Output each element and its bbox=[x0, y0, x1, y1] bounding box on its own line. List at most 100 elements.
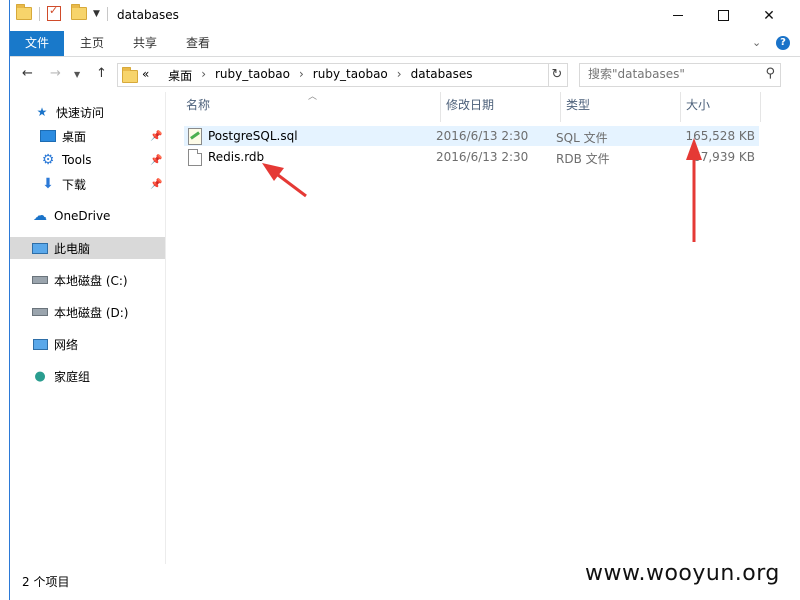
tab-home[interactable]: 主页 bbox=[66, 31, 118, 56]
drive-icon bbox=[32, 273, 48, 287]
refresh-button[interactable]: ↻ bbox=[547, 63, 568, 87]
file-size: 67,939 KB bbox=[693, 150, 755, 164]
sql-file-icon bbox=[188, 128, 202, 145]
help-icon[interactable]: ? bbox=[776, 36, 790, 50]
folder-icon[interactable] bbox=[16, 4, 32, 20]
forward-arrow-icon[interactable]: → bbox=[50, 66, 61, 81]
nav-item-tools[interactable]: ⚙ Tools 📌 bbox=[10, 149, 165, 171]
nav-homegroup[interactable]: ● 家庭组 bbox=[10, 365, 165, 387]
nav-drive-c[interactable]: 本地磁盘 (C:) bbox=[10, 269, 165, 291]
file-date: 2016/6/13 2:30 bbox=[436, 150, 529, 164]
file-type: RDB 文件 bbox=[556, 152, 610, 166]
computer-icon bbox=[32, 241, 48, 255]
breadcrumb-overflow[interactable]: « bbox=[142, 67, 149, 84]
breadcrumb-sep bbox=[155, 67, 159, 84]
chevron-right-icon[interactable]: › bbox=[299, 67, 304, 84]
item-count: 2 个项目 bbox=[22, 575, 70, 589]
window-title: databases bbox=[117, 8, 179, 22]
pin-icon[interactable]: 📌 bbox=[150, 155, 162, 166]
breadcrumb: « 桌面 › ruby_taobao › ruby_taobao › datab… bbox=[142, 67, 472, 84]
breadcrumb-desktop[interactable]: 桌面 bbox=[168, 67, 192, 84]
recent-locations-chevron-icon[interactable]: ▼ bbox=[74, 70, 80, 79]
up-arrow-icon[interactable]: ↑ bbox=[96, 66, 107, 81]
nav-label: 桌面 bbox=[62, 129, 87, 144]
navigation-pane: ★ 快速访问 桌面 📌 ⚙ Tools 📌 ⬇ 下载 📌 ☁ OneDrive … bbox=[10, 92, 165, 564]
file-row[interactable]: Redis.rdb 2016/6/13 2:30 RDB 文件 67,939 K… bbox=[184, 147, 759, 167]
divider bbox=[106, 6, 108, 21]
divider bbox=[39, 6, 40, 21]
refresh-icon: ↻ bbox=[551, 67, 563, 82]
explorer-window: ▼ databases ✕ 文件 主页 共享 查看 ⌄ ? ← → ▼ ↑ « … bbox=[9, 0, 800, 600]
file-name: Redis.rdb bbox=[208, 150, 265, 164]
close-icon: ✕ bbox=[763, 7, 775, 24]
nav-drive-d[interactable]: 本地磁盘 (D:) bbox=[10, 301, 165, 323]
properties-icon[interactable] bbox=[47, 4, 61, 21]
file-date: 2016/6/13 2:30 bbox=[436, 129, 529, 143]
minimize-icon bbox=[673, 15, 683, 16]
nav-item-desktop[interactable]: 桌面 📌 bbox=[10, 125, 165, 147]
new-folder-icon[interactable] bbox=[71, 4, 87, 20]
column-divider[interactable] bbox=[560, 92, 561, 122]
tab-file[interactable]: 文件 bbox=[10, 31, 64, 56]
customize-toolbar-chevron-icon[interactable]: ▼ bbox=[93, 9, 100, 19]
search-input[interactable] bbox=[588, 67, 748, 81]
column-header-date[interactable]: 修改日期 bbox=[446, 92, 494, 122]
nav-label: 本地磁盘 (C:) bbox=[54, 273, 128, 288]
navigation-bar: ← → ▼ ↑ « 桌面 › ruby_taobao › ruby_taobao… bbox=[10, 57, 800, 92]
column-header-name[interactable]: 名称 bbox=[186, 92, 210, 122]
close-button[interactable]: ✕ bbox=[746, 0, 792, 31]
desktop-icon bbox=[40, 129, 56, 143]
maximize-icon bbox=[717, 10, 729, 21]
back-arrow-icon[interactable]: ← bbox=[22, 66, 33, 81]
column-divider[interactable] bbox=[440, 92, 441, 122]
maximize-button[interactable] bbox=[700, 0, 746, 31]
homegroup-icon: ● bbox=[34, 368, 46, 384]
nav-label: 家庭组 bbox=[54, 369, 91, 384]
search-icon[interactable]: ⚲ bbox=[765, 66, 775, 81]
search-box[interactable]: ⚲ bbox=[579, 63, 781, 87]
address-bar[interactable]: « 桌面 › ruby_taobao › ruby_taobao › datab… bbox=[117, 63, 648, 87]
nav-label: 快速访问 bbox=[56, 105, 105, 120]
breadcrumb-ruby-taobao-1[interactable]: ruby_taobao bbox=[215, 67, 290, 84]
watermark: www.wooyun.org bbox=[585, 561, 780, 586]
file-icon bbox=[188, 149, 202, 166]
nav-network[interactable]: 网络 bbox=[10, 333, 165, 355]
column-header-type[interactable]: 类型 bbox=[566, 92, 590, 122]
pin-icon[interactable]: 📌 bbox=[150, 131, 162, 142]
nav-label: 本地磁盘 (D:) bbox=[54, 305, 129, 320]
file-row[interactable]: PostgreSQL.sql 2016/6/13 2:30 SQL 文件 165… bbox=[184, 126, 759, 146]
nav-label: 下载 bbox=[62, 177, 87, 192]
column-divider[interactable] bbox=[760, 92, 761, 122]
nav-item-downloads[interactable]: ⬇ 下载 📌 bbox=[10, 173, 165, 195]
nav-this-pc[interactable]: 此电脑 bbox=[10, 237, 165, 259]
pin-icon[interactable]: 📌 bbox=[150, 179, 162, 190]
column-header-size[interactable]: 大小 bbox=[686, 92, 710, 122]
network-icon bbox=[32, 337, 48, 351]
quick-access-toolbar: ▼ bbox=[16, 4, 111, 21]
breadcrumb-ruby-taobao-2[interactable]: ruby_taobao bbox=[313, 67, 388, 84]
tab-share[interactable]: 共享 bbox=[120, 31, 170, 56]
folder-icon bbox=[122, 67, 138, 83]
column-divider[interactable] bbox=[680, 92, 681, 122]
expand-ribbon-chevron-icon[interactable]: ⌄ bbox=[752, 36, 761, 49]
nav-quick-access[interactable]: ★ 快速访问 bbox=[10, 101, 165, 123]
file-list: 名称 ︿ 修改日期 类型 大小 PostgreSQL.sql 2016/6/13… bbox=[166, 92, 800, 564]
title-bar: ▼ databases ✕ bbox=[10, 0, 800, 31]
file-type: SQL 文件 bbox=[556, 131, 608, 145]
nav-label: Tools bbox=[62, 153, 92, 167]
nav-label: 网络 bbox=[54, 337, 79, 352]
nav-label: OneDrive bbox=[54, 209, 111, 223]
ribbon-tabs: 文件 主页 共享 查看 ⌄ ? bbox=[10, 31, 800, 57]
breadcrumb-databases[interactable]: databases bbox=[411, 67, 473, 84]
minimize-button[interactable] bbox=[655, 0, 701, 31]
nav-label: 此电脑 bbox=[54, 241, 91, 256]
nav-onedrive[interactable]: ☁ OneDrive bbox=[10, 205, 165, 227]
tab-view[interactable]: 查看 bbox=[172, 31, 224, 56]
sort-ascending-icon: ︿ bbox=[308, 92, 318, 102]
file-size: 165,528 KB bbox=[685, 129, 755, 143]
cloud-icon: ☁ bbox=[33, 208, 47, 224]
chevron-right-icon[interactable]: › bbox=[201, 67, 206, 84]
download-icon: ⬇ bbox=[42, 176, 54, 192]
star-icon: ★ bbox=[36, 105, 48, 119]
chevron-right-icon[interactable]: › bbox=[397, 67, 402, 84]
